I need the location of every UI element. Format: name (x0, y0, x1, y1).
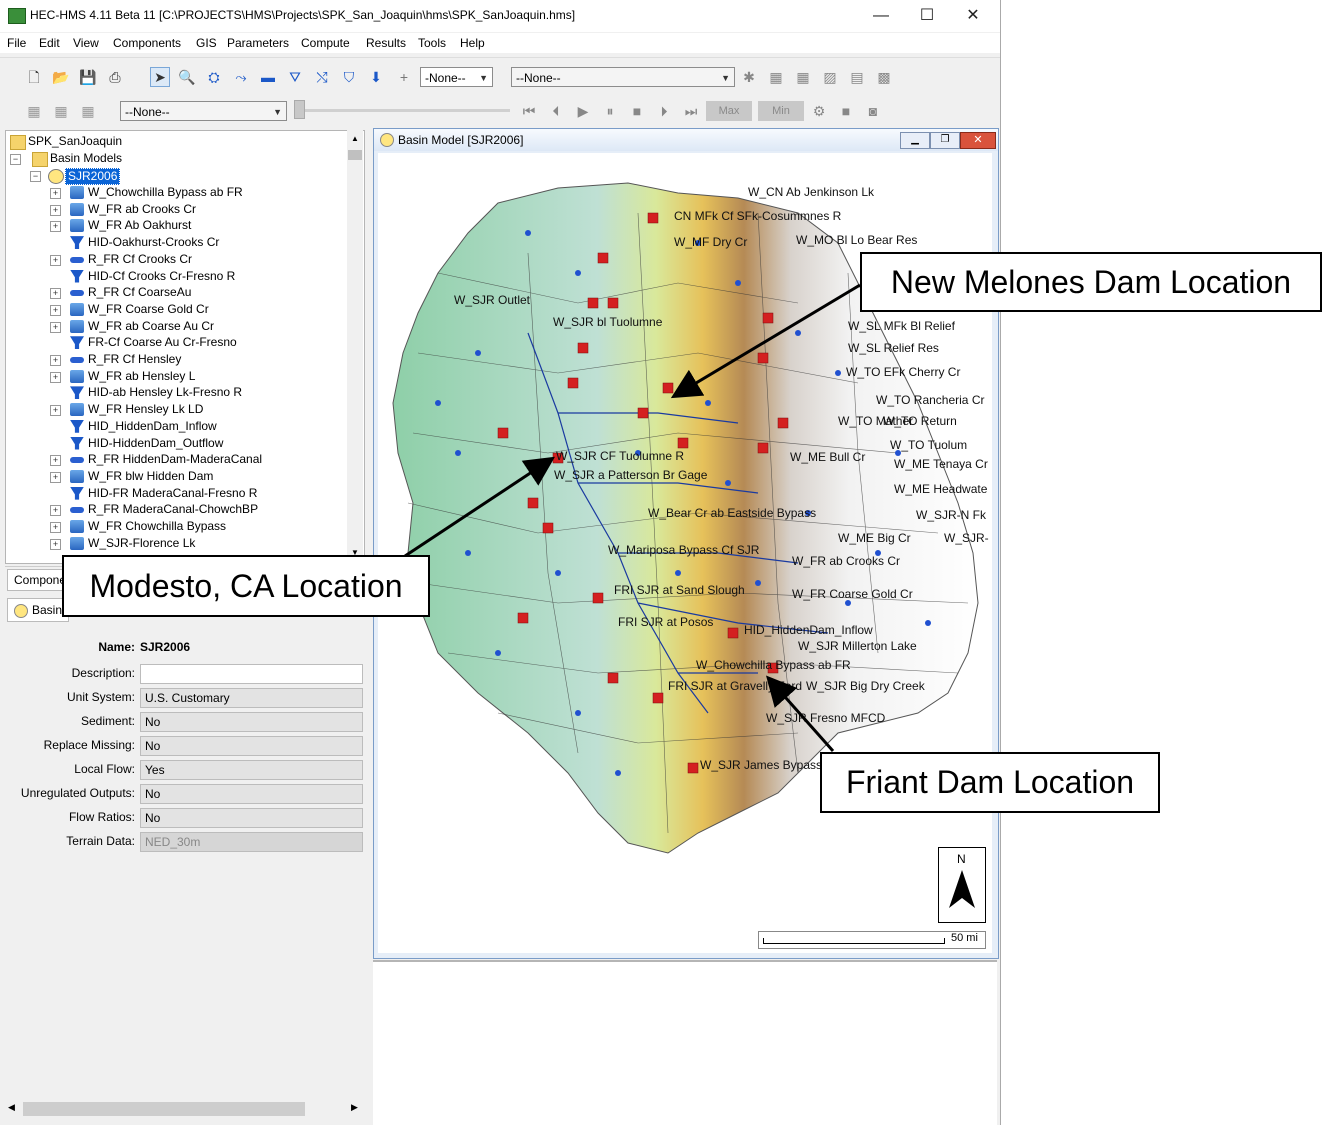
arrow-new-melones (670, 283, 861, 399)
callout-modesto: Modesto, CA Location (62, 555, 430, 617)
arrow-friant (766, 675, 835, 752)
callout-friant: Friant Dam Location (820, 752, 1160, 813)
callout-new-melones: New Melones Dam Location (860, 252, 1322, 312)
arrow-modesto (404, 456, 556, 558)
